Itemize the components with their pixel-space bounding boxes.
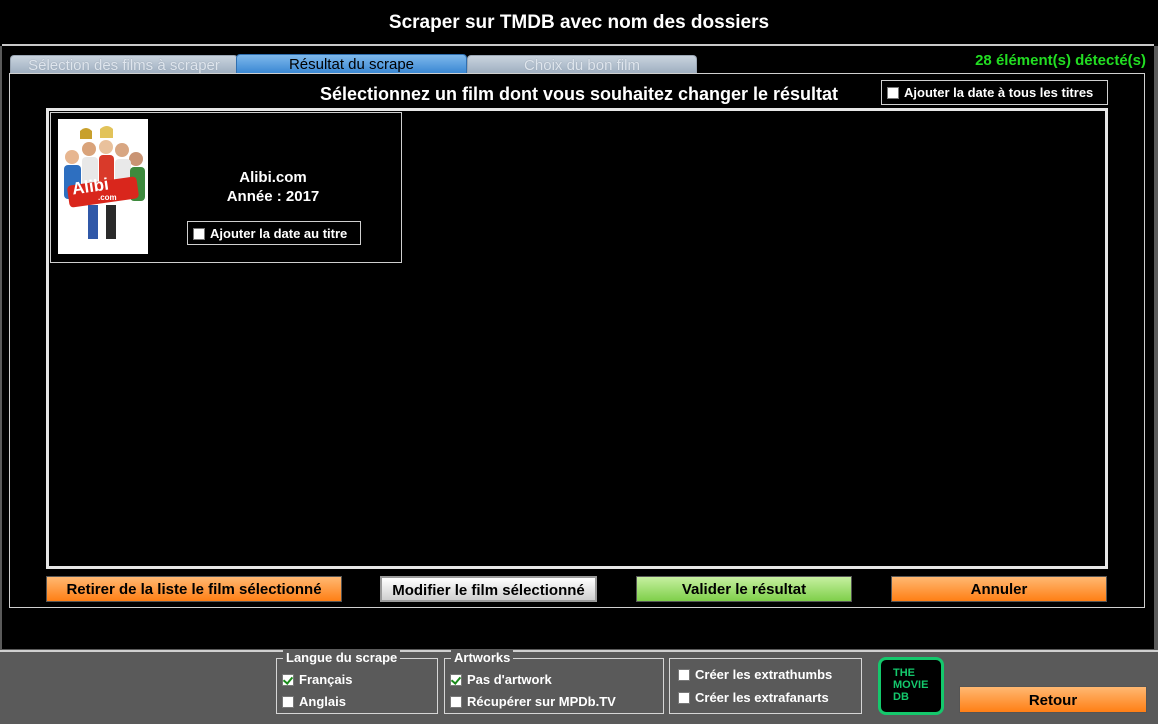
film-poster: Alibi .com (58, 119, 148, 254)
film-title: Alibi.com (239, 169, 307, 186)
english-checkbox[interactable] (282, 696, 294, 708)
tab-choose-film[interactable]: Choix du bon film (467, 55, 697, 75)
title-bar: Scraper sur TMDB avec nom des dossiers (0, 0, 1158, 46)
tmdb-logo-line3: DB (893, 691, 909, 703)
tab-selection[interactable]: Sélection des films à scraper (10, 55, 238, 75)
french-label: Français (299, 672, 353, 687)
poster-subtitle: .com (98, 193, 117, 202)
cancel-button[interactable]: Annuler (891, 576, 1107, 602)
add-date-label: Ajouter la date au titre (210, 226, 348, 241)
no-artwork-checkbox[interactable] (450, 674, 462, 686)
mpdb-checkbox[interactable] (450, 696, 462, 708)
mpdb-label: Récupérer sur MPDb.TV (467, 694, 616, 709)
modify-film-button[interactable]: Modifier le film sélectionné (380, 576, 597, 602)
extrafanarts-label: Créer les extrafanarts (695, 690, 829, 705)
window-title: Scraper sur TMDB avec nom des dossiers (388, 12, 770, 33)
language-group: Langue du scrape Français Anglais (276, 650, 438, 714)
french-checkbox[interactable] (282, 674, 294, 686)
detected-count: 28 élément(s) détecté(s) (975, 52, 1146, 69)
add-date-all-label: Ajouter la date à tous les titres (904, 85, 1094, 100)
tmdb-logo-line1: THE (893, 667, 915, 679)
extrafanarts-checkbox[interactable] (678, 692, 690, 704)
language-legend: Langue du scrape (283, 650, 401, 665)
film-year: Année : 2017 (226, 188, 320, 205)
artworks-legend: Artworks (451, 650, 514, 665)
add-date-all-checkbox[interactable] (887, 87, 899, 99)
tmdb-logo-line2: MOVIE (893, 679, 929, 691)
add-date-option[interactable]: Ajouter la date au titre (187, 221, 361, 245)
add-date-checkbox[interactable] (193, 228, 205, 240)
extrathumbs-checkbox[interactable] (678, 669, 690, 681)
english-label: Anglais (299, 694, 346, 709)
tmdb-logo: THE MOVIE DB (878, 657, 944, 715)
extras-group: Créer les extrathumbs Créer les extrafan… (669, 658, 862, 714)
remove-film-button[interactable]: Retirer de la liste le film sélectionné (46, 576, 342, 602)
validate-button[interactable]: Valider le résultat (636, 576, 852, 602)
no-artwork-label: Pas d'artwork (467, 672, 552, 687)
artworks-group: Artworks Pas d'artwork Récupérer sur MPD… (444, 650, 664, 714)
extrathumbs-label: Créer les extrathumbs (695, 667, 833, 682)
add-date-all-option[interactable]: Ajouter la date à tous les titres (881, 80, 1108, 105)
back-button[interactable]: Retour (959, 686, 1147, 713)
